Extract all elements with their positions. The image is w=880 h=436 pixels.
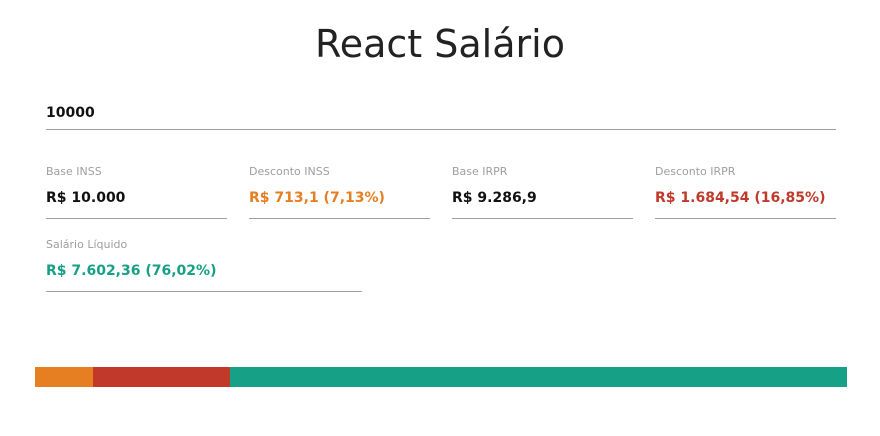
desconto-inss-value[interactable]: R$ 713,1 (7,13%) (249, 189, 430, 219)
field-base-irpr: Base IRPR R$ 9.286,9 (452, 165, 633, 225)
field-label: Base INSS (46, 165, 102, 178)
field-label: Desconto IRPR (655, 165, 736, 178)
desconto-irpr-value[interactable]: R$ 1.684,54 (16,85%) (655, 189, 836, 219)
field-label: Base IRPR (452, 165, 508, 178)
page-title: React Salário (315, 22, 565, 66)
bar-segment-salario-liquido (229, 367, 847, 387)
base-irpr-value[interactable]: R$ 9.286,9 (452, 189, 633, 219)
field-base-inss: Base INSS R$ 10.000 (46, 165, 227, 225)
bar-segment-desconto-inss (35, 367, 93, 387)
field-desconto-irpr: Desconto IRPR R$ 1.684,54 (16,85%) (655, 165, 836, 225)
base-inss-value[interactable]: R$ 10.000 (46, 189, 227, 219)
field-salario-liquido: Salário Líquido R$ 7.602,36 (76,02%) (46, 238, 362, 298)
salario-liquido-value[interactable]: R$ 7.602,36 (76,02%) (46, 262, 362, 292)
field-desconto-inss: Desconto INSS R$ 713,1 (7,13%) (249, 165, 430, 225)
bar-segment-desconto-irpf (92, 367, 230, 387)
salary-distribution-bar (35, 367, 847, 387)
field-label: Desconto INSS (249, 165, 330, 178)
field-label: Salário Líquido (46, 238, 128, 251)
salary-input[interactable] (46, 96, 836, 130)
